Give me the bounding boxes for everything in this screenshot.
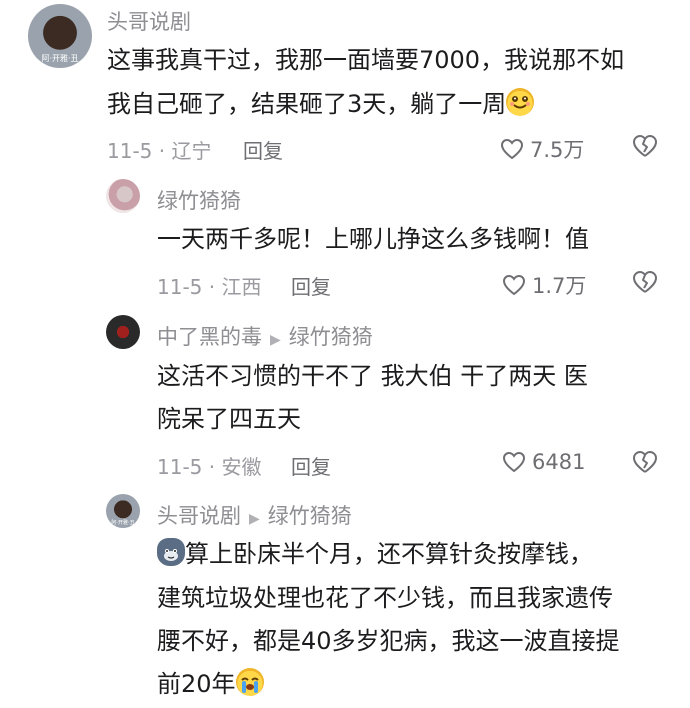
reply-button[interactable]: 回复 [291, 271, 331, 300]
comment-text-line: 一天两千多呢！上哪儿挣这么多钱啊！值 [157, 225, 589, 253]
avatar-caption: 阿·开雅·丑 [41, 54, 79, 63]
comment-text-line: 前20年 [157, 670, 236, 698]
comment-author[interactable]: 头哥说剧 [157, 504, 241, 528]
avatar[interactable]: 阿·开雅·丑 [106, 494, 140, 528]
reply-arrow-icon: ▶ [249, 511, 260, 527]
heart-icon [502, 274, 526, 296]
comment-author-line: 中了黑的毒 ▶ 绿竹猗猗 [157, 321, 373, 351]
comment-author[interactable]: 中了黑的毒 [157, 325, 262, 349]
comment-text-line-with-emoji: 前20年 [157, 664, 264, 704]
comment-text-line-with-emoji: 我自己砸了，结果砸了3天，躺了一周 [107, 84, 535, 124]
comment-text-line-with-emoji: 算上卧床半个月，还不算针灸按摩钱， [157, 534, 593, 574]
like-count: 1.7万 [532, 274, 587, 298]
reply-arrow-icon: ▶ [270, 332, 281, 348]
smile-emoji-icon [506, 88, 535, 116]
comment-text-line: 这活不习惯的干不了 我大伯 干了两天 医 [157, 362, 588, 390]
comment-text-line: 腰不好，都是40多岁犯病，我这一波直接提 [157, 627, 620, 655]
reply-to-author[interactable]: 绿竹猗猗 [268, 504, 352, 528]
broken-heart-icon[interactable] [632, 134, 658, 158]
reply-to-author[interactable]: 绿竹猗猗 [289, 325, 373, 349]
comment-date-location: 11-5 · 辽宁 [107, 139, 212, 163]
like-button[interactable]: 7.5万 [500, 134, 584, 164]
comment-date-location: 11-5 · 江西 [157, 275, 262, 299]
heart-icon [502, 451, 526, 473]
cat-emoji-icon [157, 538, 185, 566]
avatar[interactable] [106, 315, 140, 349]
comment-text-line: 院呆了四五天 [157, 405, 301, 433]
broken-heart-icon[interactable] [632, 450, 658, 474]
crying-emoji-icon [235, 668, 264, 696]
like-button[interactable]: 6481 [502, 450, 585, 474]
comment-text-line: 算上卧床半个月，还不算针灸按摩钱， [185, 540, 593, 568]
reply-button[interactable]: 回复 [291, 451, 331, 480]
like-count: 7.5万 [530, 138, 585, 162]
like-button[interactable]: 1.7万 [502, 270, 586, 300]
comment-text-line: 建筑垃圾处理也花了不少钱，而且我家遗传 [157, 584, 613, 612]
comment-text-line: 这事我真干过，我那一面墙要7000，我说那不如 [107, 46, 625, 74]
heart-icon [500, 138, 524, 160]
broken-heart-icon[interactable] [632, 270, 658, 294]
comment-text-line: 我自己砸了，结果砸了3天，躺了一周 [107, 90, 507, 118]
like-count: 6481 [532, 450, 586, 474]
comment-author[interactable]: 头哥说剧 [107, 6, 191, 36]
avatar[interactable]: 阿·开雅·丑 [28, 4, 92, 68]
comment-author[interactable]: 绿竹猗猗 [157, 185, 241, 215]
avatar[interactable] [106, 179, 140, 213]
avatar-caption: 阿·开雅·丑 [111, 520, 135, 526]
comment-author-line: 头哥说剧 ▶ 绿竹猗猗 [157, 500, 352, 530]
comment-date-location: 11-5 · 安徽 [157, 455, 262, 479]
reply-button[interactable]: 回复 [243, 135, 283, 164]
